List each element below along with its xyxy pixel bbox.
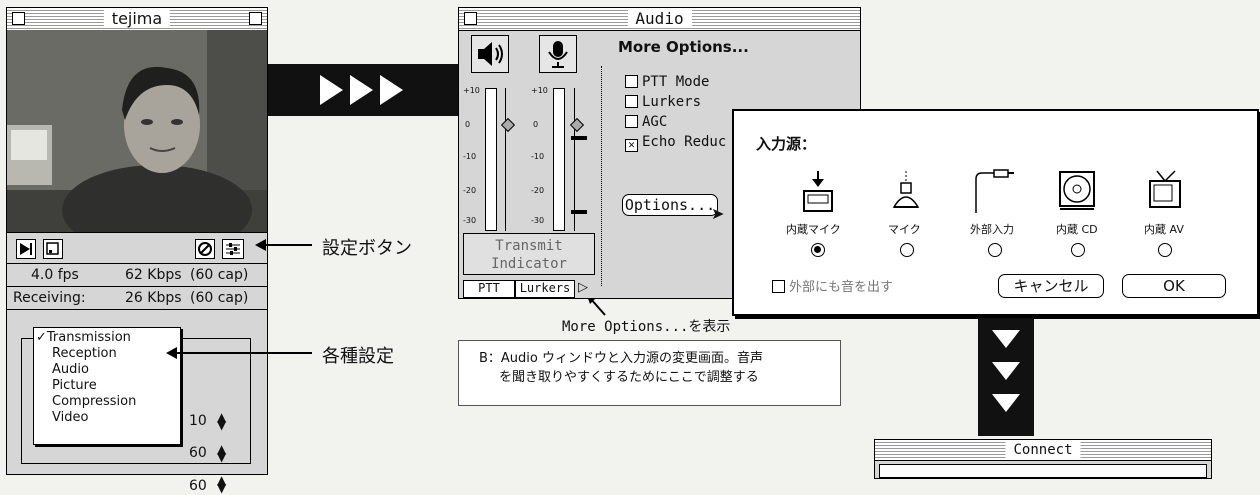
tv-icon [1145, 169, 1185, 215]
flow-band [268, 64, 458, 116]
scale-label: -20 [531, 186, 545, 195]
checkbox-external-output[interactable]: 外部にも音を出す [772, 276, 893, 295]
caption-line-2: を聞き取りやすくするためにここで調整する [499, 370, 759, 385]
mic-threshold-bottom[interactable] [571, 210, 587, 214]
microphone-button-icon[interactable] [539, 35, 577, 73]
checkbox-lurkers[interactable]: Lurkers [625, 94, 701, 110]
value-3: 60 [189, 478, 207, 494]
dialog-title: 入力源： [756, 135, 817, 153]
radio-mic[interactable] [900, 243, 914, 257]
flow-band-vertical [978, 318, 1034, 436]
radio-av[interactable] [1158, 243, 1172, 257]
ok-button[interactable]: OK [1122, 274, 1226, 298]
source-label-av: 内蔵 AV [1144, 223, 1184, 236]
scale-label: -10 [531, 152, 545, 161]
speaker-button-icon[interactable] [471, 35, 509, 73]
checkbox-icon[interactable] [625, 75, 638, 88]
builtin-mic-icon [798, 169, 838, 215]
callout-various-settings: 各種設定 [322, 346, 394, 367]
scale-label: -30 [463, 216, 477, 225]
scale-label: -20 [463, 186, 477, 195]
tab-ptt[interactable]: PTT [463, 280, 515, 298]
checkbox-icon[interactable] [625, 115, 638, 128]
connect-window: Connect [874, 439, 1212, 479]
cd-icon [1057, 169, 1097, 215]
source-label-cd: 内蔵 CD [1056, 223, 1098, 236]
stepper-3-icon[interactable]: ▲ ▼ [217, 474, 226, 494]
source-label-builtin-mic: 内蔵マイク [786, 223, 841, 236]
external-jack-icon [972, 169, 1016, 215]
callout-settings-button: 設定ボタン [322, 238, 412, 259]
checkbox-icon[interactable] [625, 95, 638, 108]
caption-box: B：Audio ウィンドウと入力源の変更画面。音声 を聞き取りやすくするためにこ… [458, 340, 841, 406]
source-label-external: 外部入力 [970, 223, 1014, 236]
input-source-dialog: 入力源： 内蔵マイク マイク 外部入力 内蔵 CD 内蔵 AV 外部にも音を出す… [732, 109, 1259, 316]
connect-titlebar[interactable]: Connect [875, 440, 1211, 461]
caption-line-1: B：Audio ウィンドウと入力源の変更画面。音声 [479, 351, 764, 366]
checkbox-agc[interactable]: AGC [625, 114, 667, 130]
scale-label: 0 [533, 120, 539, 129]
speaker-slider[interactable] [505, 88, 513, 231]
more-options-toggle-icon[interactable]: ▷ [578, 280, 594, 298]
scale-label: +10 [531, 86, 548, 95]
mic-threshold-top[interactable] [571, 136, 587, 140]
source-label-mic: マイク [888, 223, 921, 236]
scale-label: 0 [465, 120, 471, 129]
scale-label: +10 [463, 86, 480, 95]
checkbox-checked-icon[interactable]: ✕ [625, 139, 638, 152]
divider [601, 66, 602, 286]
mouse-cursor-icon: ➤ [711, 204, 725, 223]
connect-content [879, 464, 1207, 478]
window-title: Connect [1005, 442, 1081, 458]
mic-icon [886, 169, 926, 215]
scale-label: -30 [531, 216, 545, 225]
window-title: Audio [627, 10, 692, 28]
tab-lurkers[interactable]: Lurkers [515, 280, 575, 298]
transmit-indicator: Transmit Indicator [463, 233, 595, 275]
checkbox-echo-reduction[interactable]: ✕ Echo Reduc [625, 134, 726, 152]
radio-external[interactable] [988, 243, 1002, 257]
mic-level-meter [553, 88, 565, 231]
options-button[interactable]: Options... [622, 194, 718, 216]
radio-builtin-mic[interactable] [811, 243, 825, 257]
close-box-icon[interactable] [464, 12, 477, 25]
more-options-heading: More Options... [618, 38, 749, 56]
checkbox-ptt-mode[interactable]: PTT Mode [625, 74, 709, 90]
checkbox-icon[interactable] [772, 280, 785, 293]
callout-more-options: More Options...を表示 [562, 319, 731, 335]
radio-cd[interactable] [1071, 243, 1085, 257]
scale-label: -10 [463, 152, 477, 161]
audio-titlebar[interactable]: Audio [459, 8, 860, 31]
speaker-level-meter [485, 88, 497, 231]
cancel-button[interactable]: キャンセル [998, 274, 1104, 298]
